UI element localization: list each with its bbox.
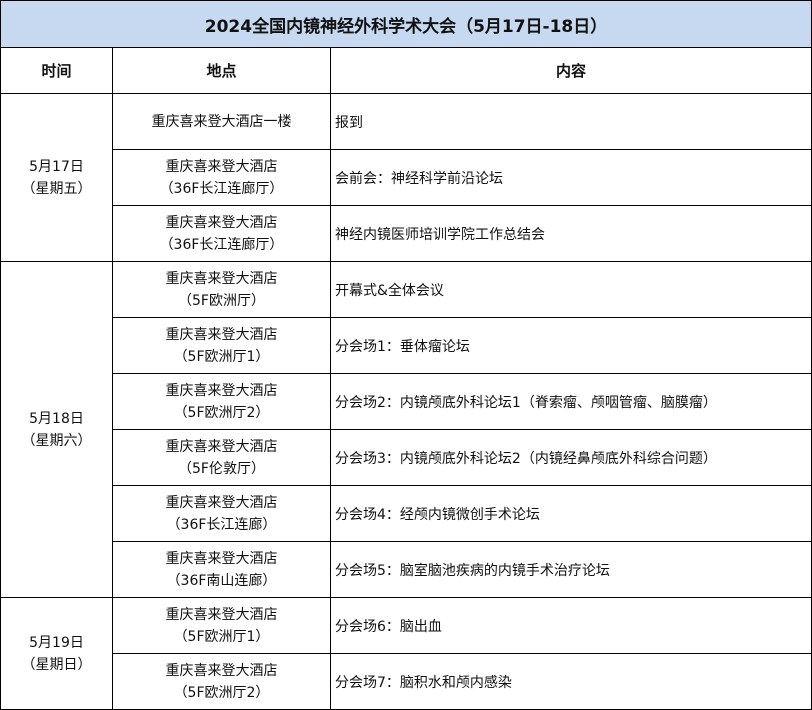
table-row: 重庆喜来登大酒店 （5F欧洲厅1） 分会场1：垂体瘤论坛: [1, 317, 812, 374]
date-text: 5月18日: [29, 410, 84, 427]
location-cell: 重庆喜来登大酒店 （5F欧洲厅1）: [112, 317, 331, 374]
content-cell: 分会场6：脑出血: [329, 597, 812, 654]
location-cell: 重庆喜来登大酒店 （36F长江连廊）: [112, 485, 331, 542]
weekday-text: （星期日）: [21, 656, 92, 673]
venue-name: 重庆喜来登大酒店: [165, 382, 278, 399]
content-cell: 分会场4：经颅内镜微创手术论坛: [329, 485, 812, 542]
location-cell: 重庆喜来登大酒店 （5F欧洲厅）: [112, 261, 331, 318]
venue-room: （36F南山连廊）: [166, 572, 277, 589]
venue-name: 重庆喜来登大酒店: [165, 550, 278, 567]
table-row: 5月17日 （星期五） 重庆喜来登大酒店一楼 报到: [0, 93, 812, 262]
weekday-text: （星期五）: [21, 180, 92, 197]
venue-room: （5F伦敦厅）: [178, 460, 265, 477]
date-text: 5月17日: [29, 158, 84, 175]
venue-room: （36F长江连廊厅）: [159, 180, 284, 197]
table-title: 2024全国内镜神经外科学术大会（5月17日-18日）: [0, 0, 812, 48]
venue-name: 重庆喜来登大酒店: [165, 270, 278, 287]
date-cell: 5月17日 （星期五）: [0, 93, 113, 262]
header-time: 时间: [0, 47, 113, 94]
table-row: 重庆喜来登大酒店 （5F伦敦厅） 分会场3：内镜颅底外科论坛2（内镜经鼻颅底外科综合…: [1, 429, 812, 486]
venue-name: 重庆喜来登大酒店: [165, 438, 278, 455]
venue-name: 重庆喜来登大酒店一楼: [151, 113, 292, 130]
venue-name: 重庆喜来登大酒店: [165, 494, 278, 511]
table-row: 重庆喜来登大酒店 （5F欧洲厅2） 分会场7：脑积水和颅内感染: [1, 653, 812, 710]
venue-name: 重庆喜来登大酒店: [165, 606, 278, 623]
location-cell: 重庆喜来登大酒店 （5F伦敦厅）: [112, 429, 331, 486]
venue-room: （36F长江连廊）: [166, 516, 277, 533]
content-cell: 报到: [329, 93, 812, 150]
location-cell: 重庆喜来登大酒店 （36F长江连廊厅）: [112, 205, 331, 262]
venue-room: （5F欧洲厅1）: [173, 348, 270, 365]
weekday-text: （星期六）: [21, 432, 92, 449]
location-cell: 重庆喜来登大酒店 （5F欧洲厅2）: [112, 373, 331, 430]
table-row: 重庆喜来登大酒店 （36F长江连廊） 分会场4：经颅内镜微创手术论坛: [1, 485, 812, 542]
header-content: 内容: [329, 47, 812, 94]
header-location: 地点: [112, 47, 331, 94]
venue-room: （5F欧洲厅2）: [173, 684, 270, 701]
venue-name: 重庆喜来登大酒店: [165, 158, 278, 175]
content-cell: 开幕式&全体会议: [329, 261, 812, 318]
venue-room: （5F欧洲厅）: [178, 292, 265, 309]
venue-name: 重庆喜来登大酒店: [165, 662, 278, 679]
date-cell: 5月18日 （星期六）: [0, 261, 113, 598]
table-row: 重庆喜来登大酒店 （36F长江连廊厅） 会前会：神经科学前沿论坛: [1, 149, 812, 206]
venue-room: （5F欧洲厅2）: [173, 404, 270, 421]
content-cell: 分会场5：脑室脑池疾病的内镜手术治疗论坛: [329, 541, 812, 598]
table-row: 5月18日 （星期六） 重庆喜来登大酒店 （5F欧洲厅） 开幕式&全体会议: [0, 261, 812, 598]
location-cell: 重庆喜来登大酒店一楼: [112, 93, 331, 150]
venue-name: 重庆喜来登大酒店: [165, 214, 278, 231]
content-cell: 分会场3：内镜颅底外科论坛2（内镜经鼻颅底外科综合问题）: [329, 429, 812, 486]
table-row: 重庆喜来登大酒店 （5F欧洲厅2） 分会场2：内镜颅底外科论坛1（脊索瘤、颅咽管瘤、…: [1, 373, 812, 430]
content-cell: 神经内镜医师培训学院工作总结会: [329, 205, 812, 262]
venue-room: （5F欧洲厅1）: [173, 628, 270, 645]
location-cell: 重庆喜来登大酒店 （36F南山连廊）: [112, 541, 331, 598]
content-cell: 分会场1：垂体瘤论坛: [329, 317, 812, 374]
location-cell: 重庆喜来登大酒店 （5F欧洲厅2）: [112, 653, 331, 710]
venue-name: 重庆喜来登大酒店: [165, 326, 278, 343]
table-row: 重庆喜来登大酒店 （36F长江连廊厅） 神经内镜医师培训学院工作总结会: [1, 205, 812, 262]
table-row: 5月19日 （星期日） 重庆喜来登大酒店 （5F欧洲厅1） 分会场6：脑出血: [0, 597, 812, 710]
location-cell: 重庆喜来登大酒店 （5F欧洲厅1）: [112, 597, 331, 654]
content-cell: 分会场7：脑积水和颅内感染: [329, 653, 812, 710]
location-cell: 重庆喜来登大酒店 （36F长江连廊厅）: [112, 149, 331, 206]
date-cell: 5月19日 （星期日）: [0, 597, 113, 710]
content-cell: 会前会：神经科学前沿论坛: [329, 149, 812, 206]
content-cell: 分会场2：内镜颅底外科论坛1（脊索瘤、颅咽管瘤、脑膜瘤）: [329, 373, 812, 430]
date-text: 5月19日: [29, 634, 84, 651]
schedule-table: 2024全国内镜神经外科学术大会（5月17日-18日） 时间 地点 内容 5月1…: [0, 0, 812, 710]
venue-room: （36F长江连廊厅）: [159, 236, 284, 253]
table-row: 重庆喜来登大酒店 （36F南山连廊） 分会场5：脑室脑池疾病的内镜手术治疗论坛: [1, 541, 812, 598]
